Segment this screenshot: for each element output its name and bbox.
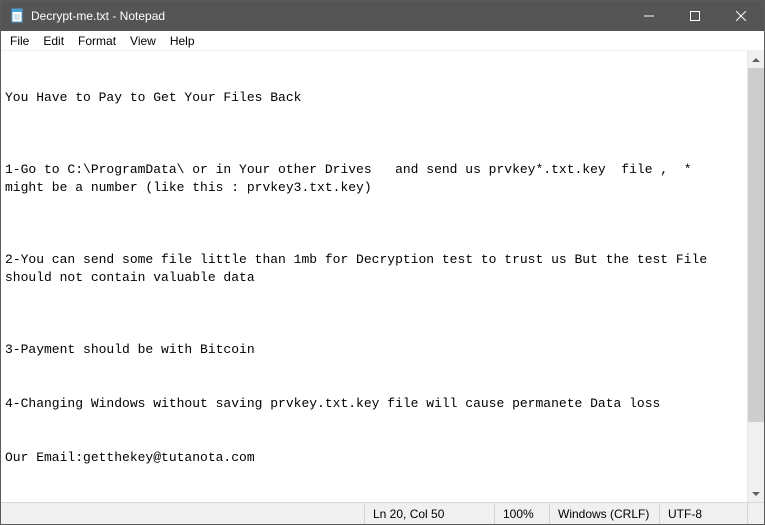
window-title: Decrypt-me.txt - Notepad: [31, 9, 165, 23]
status-zoom: 100%: [494, 503, 549, 524]
content-area: You Have to Pay to Get Your Files Back 1…: [1, 51, 764, 502]
scroll-track[interactable]: [748, 68, 764, 485]
close-button[interactable]: [718, 1, 764, 31]
maximize-button[interactable]: [672, 1, 718, 31]
resize-grip[interactable]: [747, 503, 764, 524]
scroll-up-arrow[interactable]: [748, 51, 764, 68]
menu-edit[interactable]: Edit: [36, 32, 71, 50]
status-line-ending: Windows (CRLF): [549, 503, 659, 524]
vertical-scrollbar[interactable]: [747, 51, 764, 502]
status-position: Ln 20, Col 50: [364, 503, 494, 524]
scroll-down-arrow[interactable]: [748, 485, 764, 502]
menu-file[interactable]: File: [3, 32, 36, 50]
minimize-button[interactable]: [626, 1, 672, 31]
scroll-thumb[interactable]: [748, 68, 764, 422]
menubar: File Edit Format View Help: [1, 31, 764, 51]
titlebar-left: Decrypt-me.txt - Notepad: [1, 8, 165, 24]
status-encoding: UTF-8: [659, 503, 747, 524]
window-controls: [626, 1, 764, 31]
menu-format[interactable]: Format: [71, 32, 123, 50]
menu-view[interactable]: View: [123, 32, 163, 50]
text-editor[interactable]: You Have to Pay to Get Your Files Back 1…: [1, 51, 747, 502]
statusbar: Ln 20, Col 50 100% Windows (CRLF) UTF-8: [1, 502, 764, 524]
titlebar: Decrypt-me.txt - Notepad: [1, 1, 764, 31]
menu-help[interactable]: Help: [163, 32, 202, 50]
notepad-icon: [9, 8, 25, 24]
